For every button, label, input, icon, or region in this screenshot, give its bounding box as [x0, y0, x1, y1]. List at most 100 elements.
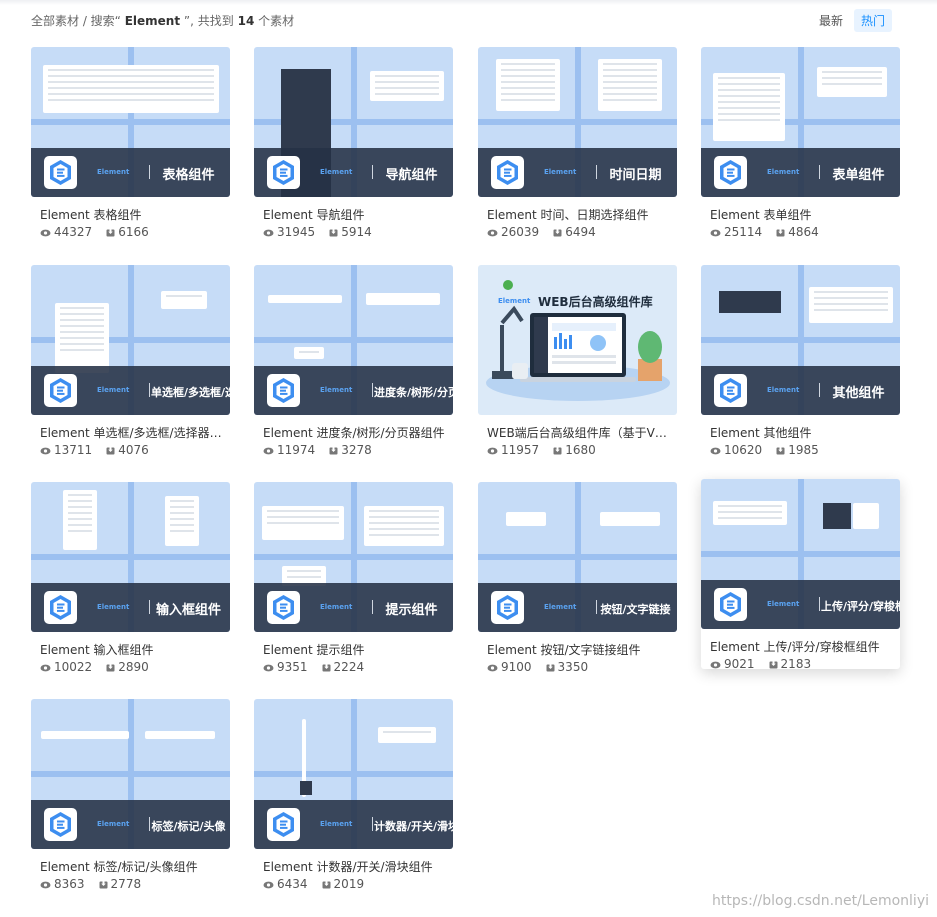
thumb-mock-panel: [853, 503, 879, 529]
element-logo-icon: [491, 591, 524, 624]
thumb-mock-panel: [370, 71, 444, 101]
card-title[interactable]: Element 计数器/开关/滑块组件: [263, 858, 449, 875]
sort-popular[interactable]: 热门: [853, 9, 892, 32]
view-count: 11957: [501, 443, 540, 457]
eye-icon: [263, 443, 274, 457]
card-stats: 31945 5914: [263, 225, 372, 239]
card-title-band: Element 上传/评分/穿梭框: [701, 580, 900, 629]
material-card[interactable]: Element 计数器/开关/滑块 Element 计数器/开关/滑块组件 6434 2…: [254, 699, 453, 891]
card-title-band: Element 计数器/开关/滑块: [254, 800, 453, 849]
card-thumbnail[interactable]: Element 表格组件: [31, 47, 230, 197]
card-thumbnail[interactable]: Element 上传/评分/穿梭框: [701, 479, 900, 629]
material-card[interactable]: Element 提示组件 Element 提示组件 9351 2224: [254, 482, 453, 674]
card-thumbnail[interactable]: Element 导航组件: [254, 47, 453, 197]
element-logo-icon: [44, 156, 77, 189]
material-card[interactable]: Element 输入框组件 Element 输入框组件 10022 2890: [31, 482, 230, 674]
card-title[interactable]: Element 进度条/树形/分页器组件: [263, 424, 449, 441]
material-card[interactable]: Element 时间日期 Element 时间、日期选择组件 26039 6494: [478, 47, 677, 239]
download-box-icon: [553, 225, 562, 239]
download-box-icon: [776, 443, 785, 457]
band-divider: [372, 165, 373, 179]
card-thumbnail[interactable]: Element 按钮/文字链接: [478, 482, 677, 632]
band-title: 进度条/树形/分页器: [374, 386, 453, 399]
card-title[interactable]: Element 表单组件: [710, 206, 896, 223]
element-wordmark: Element: [320, 386, 353, 394]
card-thumbnail[interactable]: Element 计数器/开关/滑块: [254, 699, 453, 849]
thumb-mock-panel: [823, 503, 851, 529]
element-logo-icon: [267, 156, 300, 189]
thumb-mock-panel: [55, 303, 109, 373]
card-thumbnail[interactable]: Element 其他组件: [701, 265, 900, 415]
top-shade: [0, 0, 937, 5]
element-logo-icon: [44, 808, 77, 841]
thumb-mock-panel: [506, 512, 546, 526]
download-count: 3350: [557, 660, 589, 674]
element-wordmark: Element: [767, 386, 800, 394]
card-title[interactable]: Element 按钮/文字链接组件: [487, 641, 673, 658]
view-count: 9100: [501, 660, 532, 674]
card-thumbnail[interactable]: WEB后台高级组件库 Element: [478, 265, 677, 415]
card-thumbnail[interactable]: Element 单选框/多选框/选择器: [31, 265, 230, 415]
material-card[interactable]: Element 表格组件 Element 表格组件 44327 6166: [31, 47, 230, 239]
thumb-mock-panel: [600, 512, 660, 526]
thumb-mock-panel: [145, 731, 215, 739]
material-card[interactable]: WEB后台高级组件库 Element WEB端后台高级组件库（基于VU... 1195…: [478, 265, 677, 457]
card-title[interactable]: Element 单选框/多选框/选择器组...: [40, 424, 226, 441]
thumb-mock-panel: [43, 65, 219, 113]
card-title[interactable]: Element 提示组件: [263, 641, 449, 658]
card-thumbnail[interactable]: Element 表单组件: [701, 47, 900, 197]
breadcrumb-suffix: 个素材: [258, 14, 295, 28]
card-title-band: Element 按钮/文字链接: [478, 583, 677, 632]
card-thumbnail[interactable]: Element 标签/标记/头像: [31, 699, 230, 849]
element-logo-icon: [44, 374, 77, 407]
card-thumbnail[interactable]: Element 输入框组件: [31, 482, 230, 632]
card-title[interactable]: Element 标签/标记/头像组件: [40, 858, 226, 875]
card-title[interactable]: Element 输入框组件: [40, 641, 226, 658]
material-card[interactable]: Element 单选框/多选框/选择器 Element 单选框/多选框/选择器组..…: [31, 265, 230, 457]
sort-newest[interactable]: 最新: [812, 9, 850, 32]
card-title[interactable]: Element 导航组件: [263, 206, 449, 223]
card-stats: 8363 2778: [40, 877, 141, 891]
card-title[interactable]: Element 其他组件: [710, 424, 896, 441]
band-title: 其他组件: [832, 386, 885, 401]
eye-icon: [263, 660, 274, 674]
thumb-mock-panel: [598, 59, 662, 111]
download-box-icon: [106, 660, 115, 674]
element-wordmark: Element: [767, 600, 800, 608]
card-title[interactable]: WEB端后台高级组件库（基于VU...: [487, 424, 673, 441]
card-title[interactable]: Element 时间、日期选择组件: [487, 206, 673, 223]
card-thumbnail[interactable]: Element 进度条/树形/分页器: [254, 265, 453, 415]
view-count: 31945: [277, 225, 316, 239]
material-card[interactable]: Element 按钮/文字链接 Element 按钮/文字链接组件 9100 3350: [478, 482, 677, 674]
view-count: 25114: [724, 225, 763, 239]
thumb-grid-line: [31, 119, 230, 125]
download-box-icon: [106, 225, 115, 239]
card-thumbnail[interactable]: Element 时间日期: [478, 47, 677, 197]
download-box-icon: [99, 877, 108, 891]
thumb-mock-panel: [719, 291, 781, 313]
result-count: 14: [237, 14, 255, 28]
element-wordmark: Element: [320, 168, 353, 176]
thumb-grid-line: [701, 337, 900, 343]
card-title-band: Element 标签/标记/头像: [31, 800, 230, 849]
eye-icon: [263, 225, 274, 239]
material-card[interactable]: Element 进度条/树形/分页器 Element 进度条/树形/分页器组件 119…: [254, 265, 453, 457]
thumb-mock-panel: [496, 59, 560, 111]
band-divider: [372, 817, 373, 831]
material-card[interactable]: Element 标签/标记/头像 Element 标签/标记/头像组件 8363 277…: [31, 699, 230, 891]
breadcrumb-middle: ”, 共找到: [183, 14, 234, 28]
material-card[interactable]: Element 上传/评分/穿梭框 Element 上传/评分/穿梭框组件 9021 2…: [701, 479, 900, 671]
thumb-mock-panel: [63, 490, 97, 550]
download-box-icon: [546, 660, 555, 674]
element-wordmark: Element: [97, 820, 130, 828]
download-box-icon: [329, 225, 338, 239]
view-count: 6434: [277, 877, 308, 891]
material-card[interactable]: Element 表单组件 Element 表单组件 25114 4864: [701, 47, 900, 239]
card-title[interactable]: Element 表格组件: [40, 206, 226, 223]
band-title: 标签/标记/头像: [151, 820, 226, 833]
card-thumbnail[interactable]: Element 提示组件: [254, 482, 453, 632]
card-title[interactable]: Element 上传/评分/穿梭框组件: [710, 638, 896, 655]
material-card[interactable]: Element 导航组件 Element 导航组件 31945 5914: [254, 47, 453, 239]
material-card[interactable]: Element 其他组件 Element 其他组件 10620 1985: [701, 265, 900, 457]
download-box-icon: [329, 443, 338, 457]
